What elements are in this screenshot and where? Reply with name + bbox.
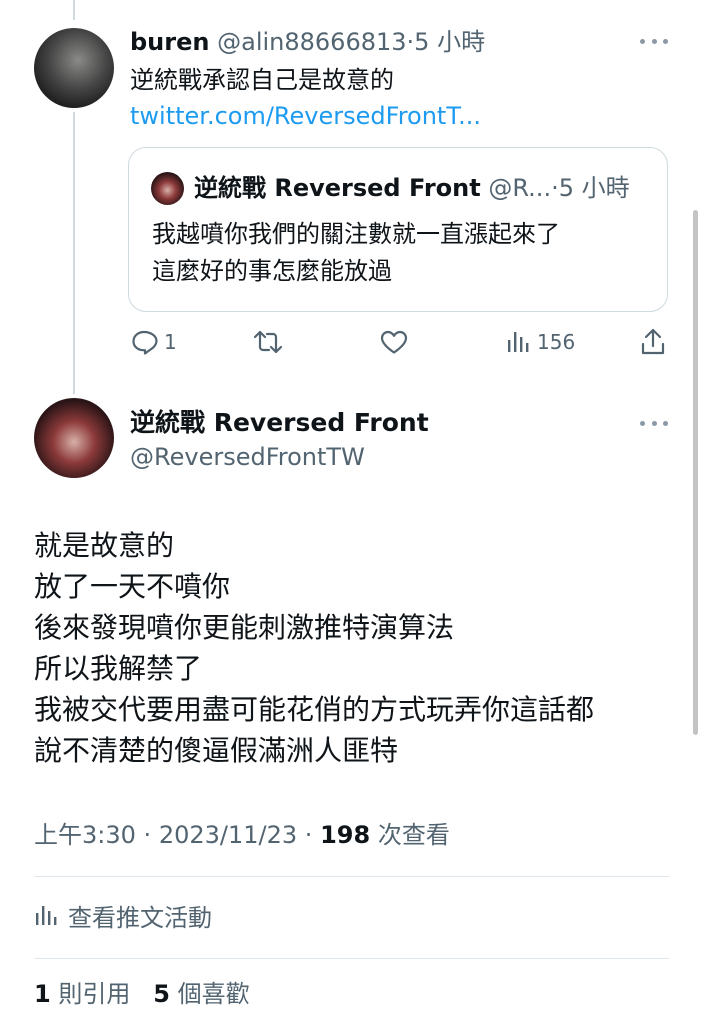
quoted-avatar [151, 172, 184, 205]
reply-header: buren @alin88666813·5 小時 [130, 26, 485, 58]
main-time[interactable]: 上午3:30 [34, 821, 136, 849]
main-handle[interactable]: @ReversedFrontTW [130, 440, 365, 474]
reply-text: 逆統戰承認自己是故意的 [130, 66, 394, 94]
likes-stat[interactable]: 5 個喜歡 [153, 980, 249, 1008]
views-count: 156 [537, 330, 576, 354]
meta-separator-2: · [304, 821, 313, 849]
reply-count: 1 [164, 330, 177, 354]
share-button[interactable] [639, 322, 667, 362]
avatar-reversed-front[interactable] [34, 398, 114, 478]
main-tweet-text: 就是故意的 放了一天不噴你 後來發現噴你更能刺激推特演算法 所以我解禁了 我被交… [34, 529, 595, 767]
quoted-text: 我越噴你我們的關注數就一直漲起來了 這麼好的事怎麼能放過 [152, 220, 560, 285]
quoted-time: 5 小時 [558, 174, 630, 202]
quoted-header: 逆統戰 Reversed Front @R...·5 小時 [194, 172, 630, 204]
quotes-count: 1 [34, 980, 51, 1008]
quotes-label: 則引用 [58, 980, 131, 1008]
reply-display-name[interactable]: buren [130, 28, 209, 56]
main-views-count: 198 [320, 821, 371, 849]
quoted-separator: · [551, 174, 559, 202]
heart-icon [380, 330, 408, 354]
main-display-name[interactable]: 逆統戰 Reversed Front [130, 406, 429, 440]
divider-1 [34, 876, 669, 877]
reply-link[interactable]: twitter.com/ReversedFrontT... [130, 98, 481, 134]
activity-icon [36, 906, 57, 925]
reply-action-bar: 1 156 [0, 322, 703, 362]
engagement-stats: 1 則引用 5 個喜歡 [34, 977, 250, 1011]
thread-line-top [73, 0, 75, 20]
retweet-button[interactable] [252, 322, 284, 362]
main-views-label: 次查看 [377, 821, 450, 849]
retweet-icon [253, 330, 283, 354]
likes-label: 個喜歡 [177, 980, 250, 1008]
like-button[interactable] [379, 322, 409, 362]
reply-handle[interactable]: @alin88666813 [217, 28, 406, 56]
main-date[interactable]: 2023/11/23 [159, 821, 297, 849]
views-icon [508, 332, 529, 352]
views-button[interactable]: 156 [505, 322, 575, 362]
reply-more-icon[interactable] [640, 36, 668, 46]
reply-button[interactable]: 1 [130, 322, 177, 362]
quoted-display-name: 逆統戰 Reversed Front [194, 174, 481, 202]
activity-label: 查看推文活動 [68, 903, 212, 932]
reply-icon [132, 330, 158, 355]
avatar-buren[interactable] [34, 28, 114, 108]
quotes-stat[interactable]: 1 則引用 [34, 980, 130, 1008]
divider-2 [34, 958, 669, 959]
scrollbar[interactable] [693, 210, 698, 735]
main-tweet-meta: 上午3:30 · 2023/11/23 · 198 次查看 [34, 818, 450, 852]
main-more-icon[interactable] [640, 418, 668, 428]
view-tweet-activity-button[interactable]: 查看推文活動 [34, 897, 212, 933]
meta-separator-1: · [143, 821, 152, 849]
likes-count: 5 [153, 980, 170, 1008]
quoted-handle: @R... [488, 174, 552, 202]
reply-time[interactable]: 5 小時 [414, 28, 485, 56]
share-icon [641, 328, 665, 355]
